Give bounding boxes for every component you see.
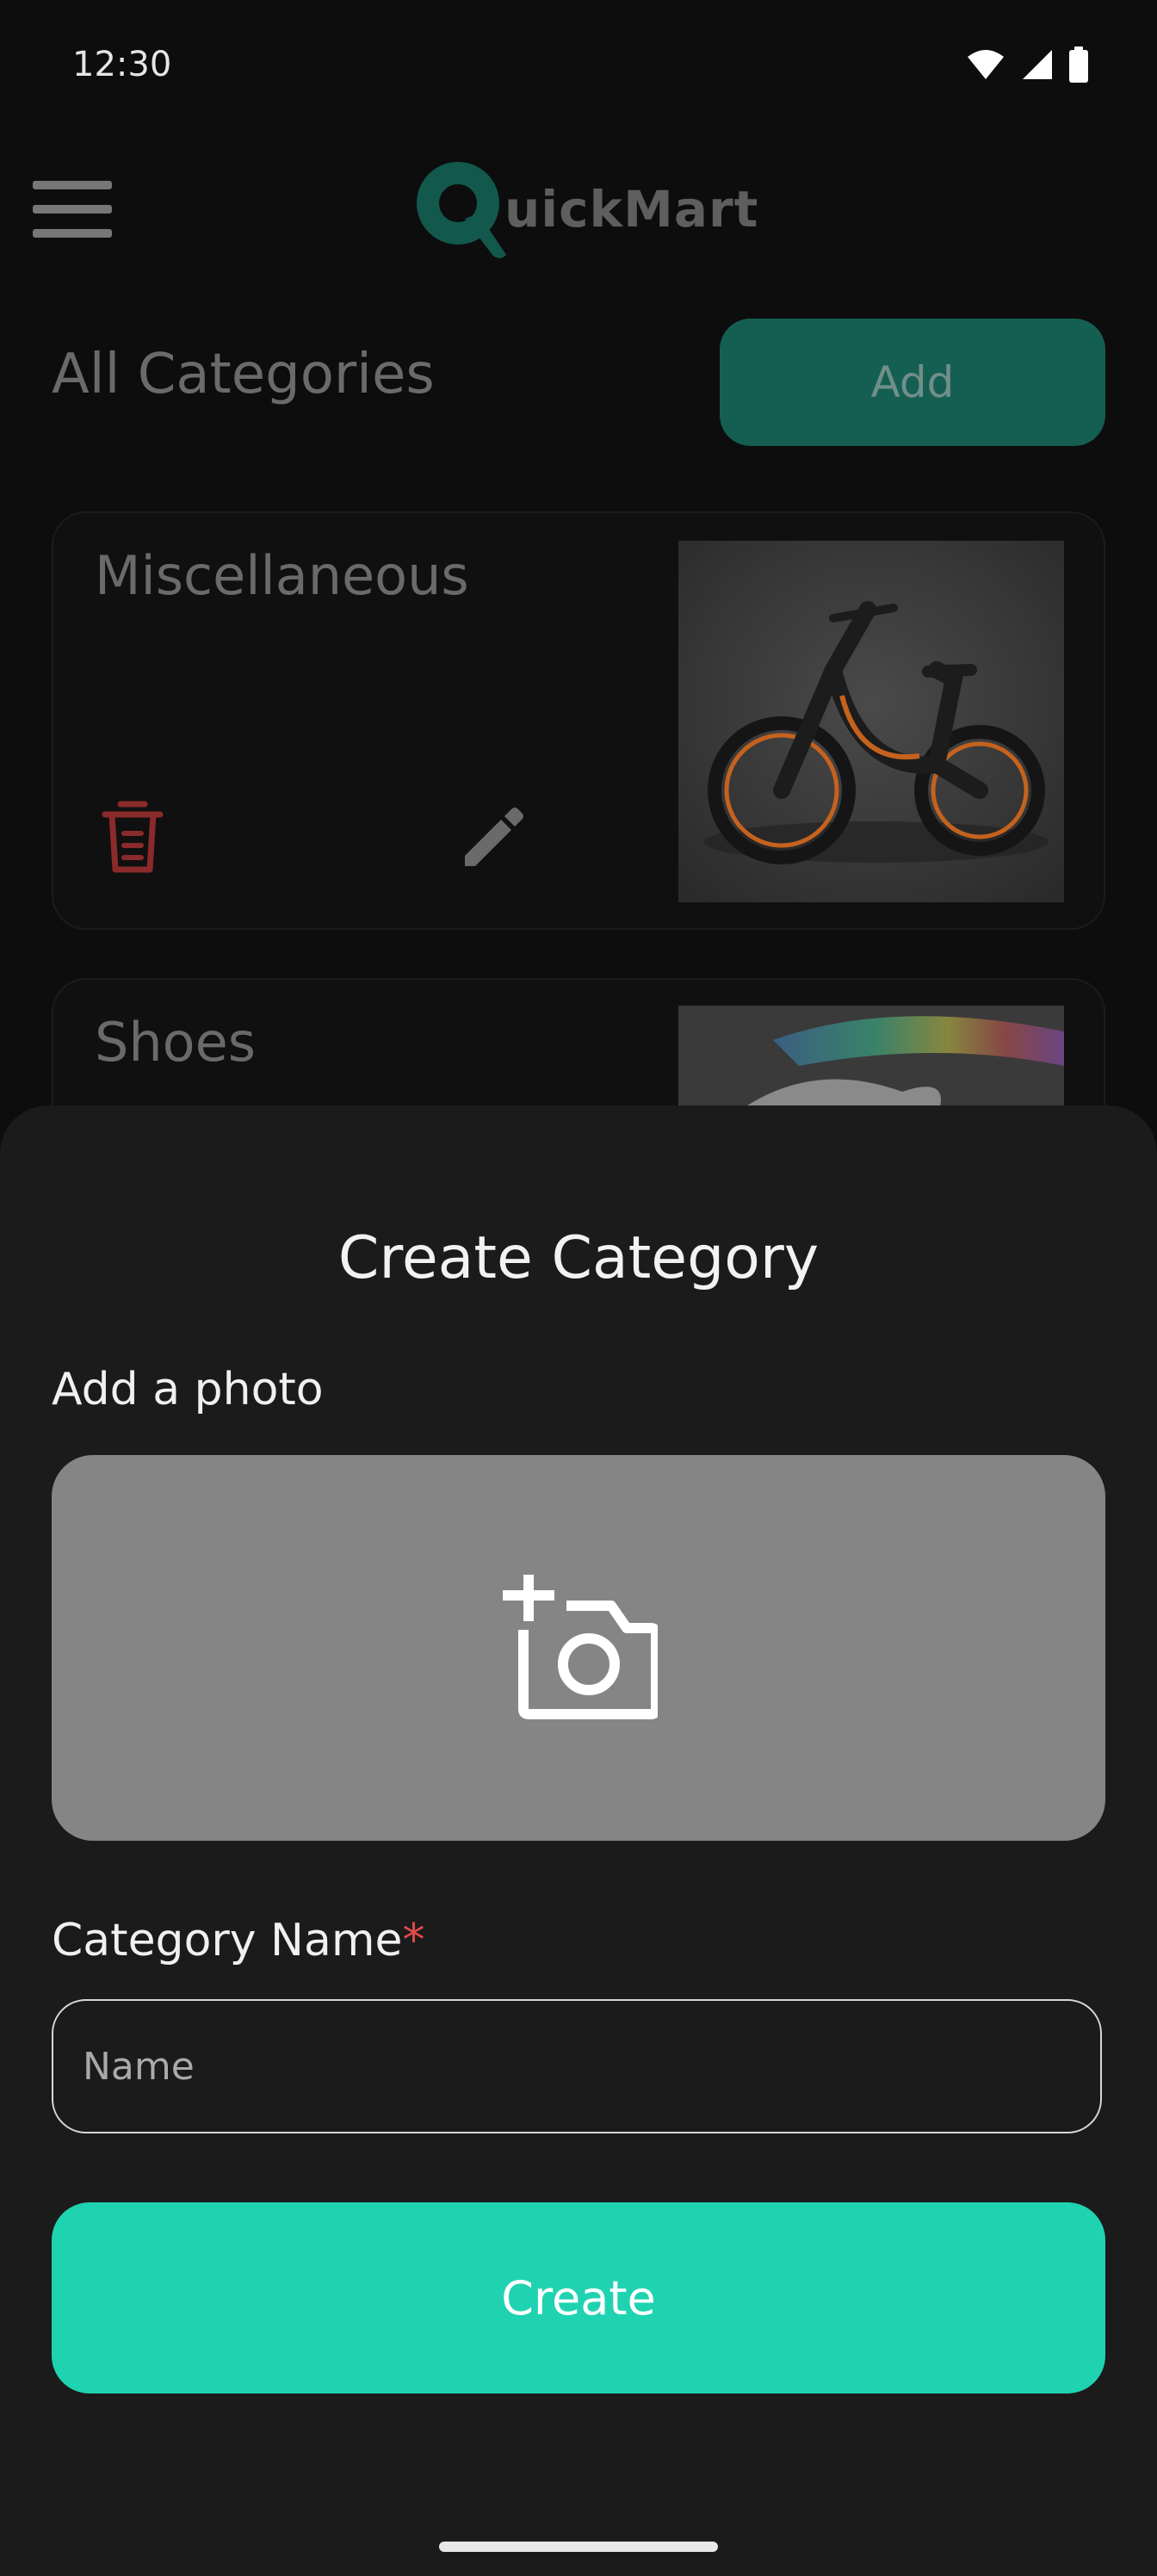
logo-text: uickMart <box>504 180 759 238</box>
home-indicator[interactable] <box>439 2542 718 2552</box>
category-name-label-text: Category Name <box>52 1915 403 1966</box>
trash-icon <box>102 801 164 873</box>
page-title: All Categories <box>52 343 435 406</box>
pencil-icon <box>465 808 523 866</box>
status-time: 12:30 <box>72 45 172 84</box>
required-mark: * <box>402 1915 425 1966</box>
logo-q-mark: Q <box>417 162 506 258</box>
menu-button[interactable] <box>33 181 112 238</box>
create-category-sheet: Create Category Add a photo Category Nam… <box>0 1105 1157 2576</box>
add-category-button[interactable]: Add <box>720 319 1105 446</box>
category-name: Shoes <box>95 1011 257 1074</box>
status-icons <box>966 46 1088 83</box>
photo-picker[interactable] <box>52 1455 1105 1841</box>
category-name-input[interactable] <box>52 1999 1102 2133</box>
app-logo: Q uickMart <box>410 153 758 265</box>
category-name-label: Category Name* <box>52 1915 424 1966</box>
category-name: Miscellaneous <box>95 544 469 607</box>
category-card-miscellaneous[interactable]: Miscellaneous <box>52 511 1105 930</box>
delete-button[interactable] <box>98 799 167 876</box>
photo-label: Add a photo <box>52 1364 324 1415</box>
status-bar: 12:30 <box>0 0 1157 129</box>
edit-button[interactable] <box>455 799 532 876</box>
signal-icon <box>1023 50 1052 79</box>
add-photo-camera-icon <box>503 1575 658 1719</box>
wifi-icon <box>968 50 1004 79</box>
menu-icon <box>33 181 112 238</box>
app-bar: Q uickMart <box>0 129 1157 284</box>
sheet-title: Create Category <box>337 1224 820 1292</box>
battery-icon <box>1069 46 1088 83</box>
header-row: All Categories Add <box>0 317 1157 446</box>
e-bike-photo <box>678 541 1064 902</box>
create-button[interactable]: Create <box>52 2202 1105 2393</box>
category-image <box>678 541 1064 902</box>
screen: 12:30 Q u <box>0 0 1157 2576</box>
